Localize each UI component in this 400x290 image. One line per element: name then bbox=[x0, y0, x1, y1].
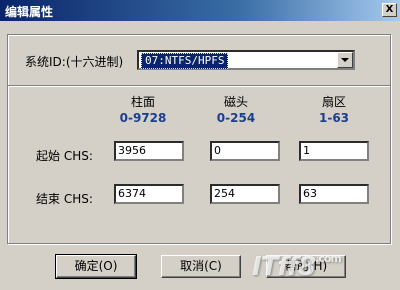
close-icon: X bbox=[385, 4, 394, 15]
system-id-selected-value: 07:NTFS/HPFS bbox=[141, 53, 229, 69]
watermark-suffix: .com bbox=[315, 252, 342, 265]
column-header-head: 磁头 bbox=[223, 95, 248, 109]
chevron-down-icon[interactable] bbox=[337, 52, 353, 68]
range-sector: 1-63 bbox=[318, 111, 350, 125]
ok-button[interactable]: 确定(O) bbox=[55, 254, 137, 279]
start-head-field[interactable]: 0 bbox=[210, 141, 280, 161]
range-cylinder: 0-9728 bbox=[119, 111, 167, 125]
window-title: 编辑属性 bbox=[5, 5, 54, 19]
system-id-label: 系统ID:(十六进制) bbox=[25, 55, 124, 69]
column-header-sector: 扇区 bbox=[321, 95, 346, 109]
range-head: 0-254 bbox=[216, 111, 256, 125]
column-header-cylinder: 柱面 bbox=[130, 95, 155, 109]
end-cylinder-field[interactable]: 6374 bbox=[114, 184, 184, 204]
watermark-text: ITﬀ8 bbox=[252, 252, 316, 282]
end-head-field[interactable]: 254 bbox=[210, 184, 280, 204]
watermark-logo: ITﬀ8.com bbox=[252, 252, 342, 282]
cancel-button[interactable]: 取消(C) bbox=[161, 255, 241, 278]
end-sector-field[interactable]: 63 bbox=[299, 184, 369, 204]
title-bar: 编辑属性 X bbox=[0, 0, 400, 21]
start-cylinder-field[interactable]: 3956 bbox=[114, 141, 184, 161]
system-id-dropdown[interactable]: 07:NTFS/HPFS bbox=[137, 50, 355, 70]
separator bbox=[8, 85, 390, 87]
start-chs-label: 起始 CHS: bbox=[36, 149, 93, 163]
close-button[interactable]: X bbox=[382, 3, 397, 17]
start-sector-field[interactable]: 1 bbox=[299, 141, 369, 161]
end-chs-label: 结束 CHS: bbox=[36, 192, 93, 206]
